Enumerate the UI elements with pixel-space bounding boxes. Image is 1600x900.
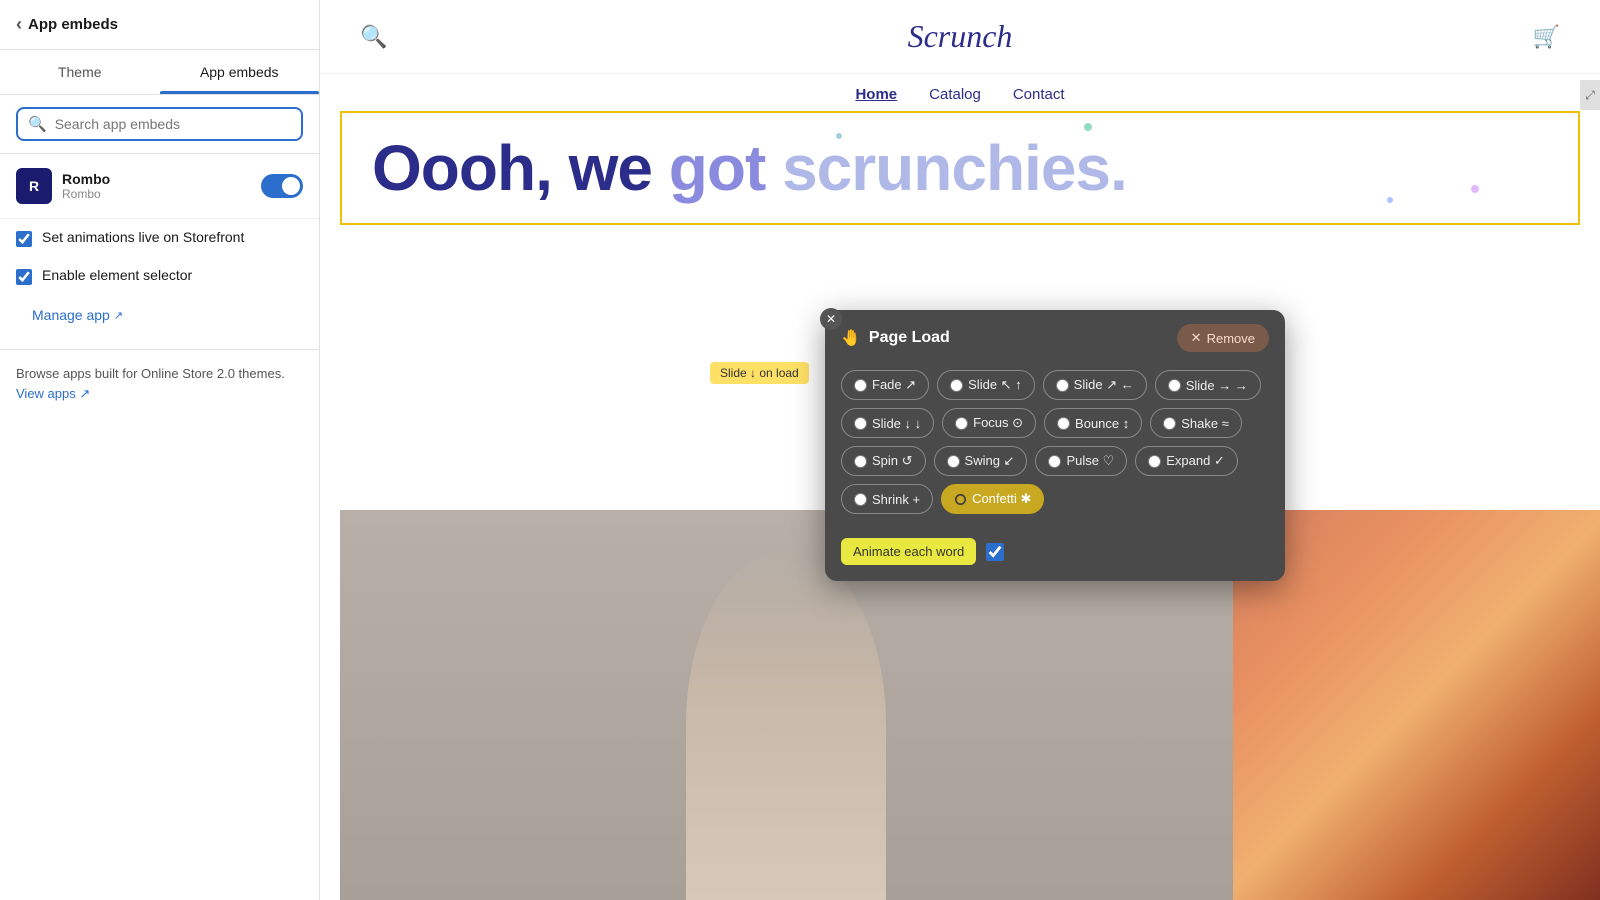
anim-panel-title: 🤚 Page Load: [841, 328, 950, 348]
option-spin[interactable]: Spin ↺: [841, 446, 926, 476]
hand-shape: [686, 550, 886, 900]
option-bounce[interactable]: Bounce ↕: [1044, 408, 1142, 438]
collapse-button[interactable]: ⤢: [1580, 80, 1600, 110]
option-slide-down-radio[interactable]: [854, 417, 867, 430]
collapse-icon: ⤢: [1585, 88, 1595, 103]
remove-x-icon: ✕: [1191, 330, 1202, 346]
option-expand[interactable]: Expand ✓: [1135, 446, 1238, 476]
checkbox-element-selector-label: Enable element selector: [42, 267, 192, 283]
remove-button[interactable]: ✕ Remove: [1177, 324, 1269, 352]
storefront: 🔍 Scrunch 🛒 Home Catalog Contact Oooh, w…: [320, 0, 1600, 900]
checkbox-element-selector: Enable element selector: [0, 257, 319, 295]
option-bounce-radio[interactable]: [1057, 417, 1070, 430]
checkbox-set-animations-input[interactable]: [16, 231, 32, 247]
app-info: Rombo Rombo: [62, 171, 251, 201]
option-slide-up-radio[interactable]: [950, 379, 963, 392]
animation-panel: 🤚 Page Load ✕ Remove Fade ↗ Slide ↖ ↑: [825, 310, 1285, 581]
search-store-icon[interactable]: 🔍: [360, 24, 387, 50]
animate-word-row: Animate each word: [825, 528, 1285, 581]
store-nav: Home Catalog Contact: [320, 74, 1600, 111]
hero-right-image: [1233, 510, 1600, 900]
checkbox-set-animations: Set animations live on Storefront: [0, 219, 319, 257]
search-input-row: 🔍: [16, 107, 303, 141]
dot-1: [1084, 123, 1092, 131]
nav-home[interactable]: Home: [855, 86, 897, 103]
toggle-app[interactable]: [261, 174, 303, 198]
hero-word-scrunchies: scrunchies.: [782, 132, 1127, 204]
external-icon: ↗: [79, 386, 90, 401]
option-pulse-radio[interactable]: [1048, 455, 1061, 468]
option-expand-radio[interactable]: [1148, 455, 1161, 468]
tabs-row: Theme App embeds: [0, 50, 319, 95]
panel-close-button[interactable]: ✕: [820, 308, 842, 330]
tab-theme[interactable]: Theme: [0, 50, 160, 94]
panel-title-icon: 🤚: [841, 328, 861, 348]
option-focus[interactable]: Focus ⊙: [942, 408, 1036, 438]
anim-options-grid: Fade ↗ Slide ↖ ↑ Slide ↗ ← Slide → → Sli: [825, 362, 1285, 528]
app-sub: Rombo: [62, 187, 251, 201]
animate-each-word-checkbox[interactable]: [986, 543, 1004, 561]
back-button[interactable]: ‹ App embeds: [16, 14, 118, 35]
search-input[interactable]: [55, 116, 291, 132]
option-focus-radio[interactable]: [955, 417, 968, 430]
search-wrap: 🔍: [0, 95, 319, 154]
hero-word-got: got: [669, 132, 782, 204]
manage-link-wrap: Manage app ↗: [0, 295, 319, 349]
app-icon: R: [16, 168, 52, 204]
sidebar: ‹ App embeds Theme App embeds 🔍 R Rombo …: [0, 0, 320, 900]
store-logo: Scrunch: [908, 18, 1013, 55]
hero-section: Oooh, we got scrunchies.: [340, 111, 1580, 225]
option-confetti[interactable]: Confetti ✱: [941, 484, 1044, 514]
option-swing[interactable]: Swing ↙: [934, 446, 1028, 476]
app-row: R Rombo Rombo: [0, 154, 319, 219]
back-icon: ‹: [16, 14, 22, 35]
slide-badge: Slide ↓ on load: [710, 362, 809, 384]
option-confetti-radio[interactable]: [954, 493, 967, 506]
checkbox-element-selector-input[interactable]: [16, 269, 32, 285]
manage-app-link[interactable]: Manage app ↗: [16, 299, 139, 337]
hero-word-oooh: Oooh,: [372, 132, 569, 204]
tab-app-embeds[interactable]: App embeds: [160, 50, 320, 94]
nav-contact[interactable]: Contact: [1013, 86, 1065, 103]
option-shake-radio[interactable]: [1163, 417, 1176, 430]
hero-text: Oooh, we got scrunchies.: [372, 133, 1548, 203]
store-header: 🔍 Scrunch 🛒: [320, 0, 1600, 74]
option-slide-up[interactable]: Slide ↖ ↑: [937, 370, 1035, 400]
cart-icon[interactable]: 🛒: [1533, 24, 1560, 50]
checkbox-set-animations-label: Set animations live on Storefront: [42, 229, 244, 245]
main-preview: 🔍 Scrunch 🛒 Home Catalog Contact Oooh, w…: [320, 0, 1600, 900]
option-shake[interactable]: Shake ≈: [1150, 408, 1242, 438]
option-slide-diag-radio[interactable]: [1056, 379, 1069, 392]
anim-panel-header: 🤚 Page Load ✕ Remove: [825, 310, 1285, 362]
animate-word-label: Animate each word: [841, 538, 976, 565]
option-shrink-radio[interactable]: [854, 493, 867, 506]
option-swing-radio[interactable]: [947, 455, 960, 468]
option-slide-down[interactable]: Slide ↓ ↓: [841, 408, 934, 438]
back-label: App embeds: [28, 16, 118, 33]
option-slide-right-radio[interactable]: [1168, 379, 1181, 392]
external-link-icon: ↗: [114, 309, 123, 322]
option-fade-radio[interactable]: [854, 379, 867, 392]
option-shrink[interactable]: Shrink +: [841, 484, 933, 514]
option-slide-right[interactable]: Slide → →: [1155, 370, 1261, 400]
search-icon: 🔍: [28, 115, 47, 133]
option-fade[interactable]: Fade ↗: [841, 370, 929, 400]
option-slide-diag[interactable]: Slide ↗ ←: [1043, 370, 1147, 400]
hero-word-we: we: [569, 132, 669, 204]
view-apps-link[interactable]: View apps ↗: [16, 386, 90, 401]
option-pulse[interactable]: Pulse ♡: [1035, 446, 1127, 476]
option-spin-radio[interactable]: [854, 455, 867, 468]
app-name: Rombo: [62, 171, 251, 187]
sidebar-header: ‹ App embeds: [0, 0, 319, 50]
sidebar-footer: Browse apps built for Online Store 2.0 t…: [0, 349, 319, 417]
nav-catalog[interactable]: Catalog: [929, 86, 981, 103]
